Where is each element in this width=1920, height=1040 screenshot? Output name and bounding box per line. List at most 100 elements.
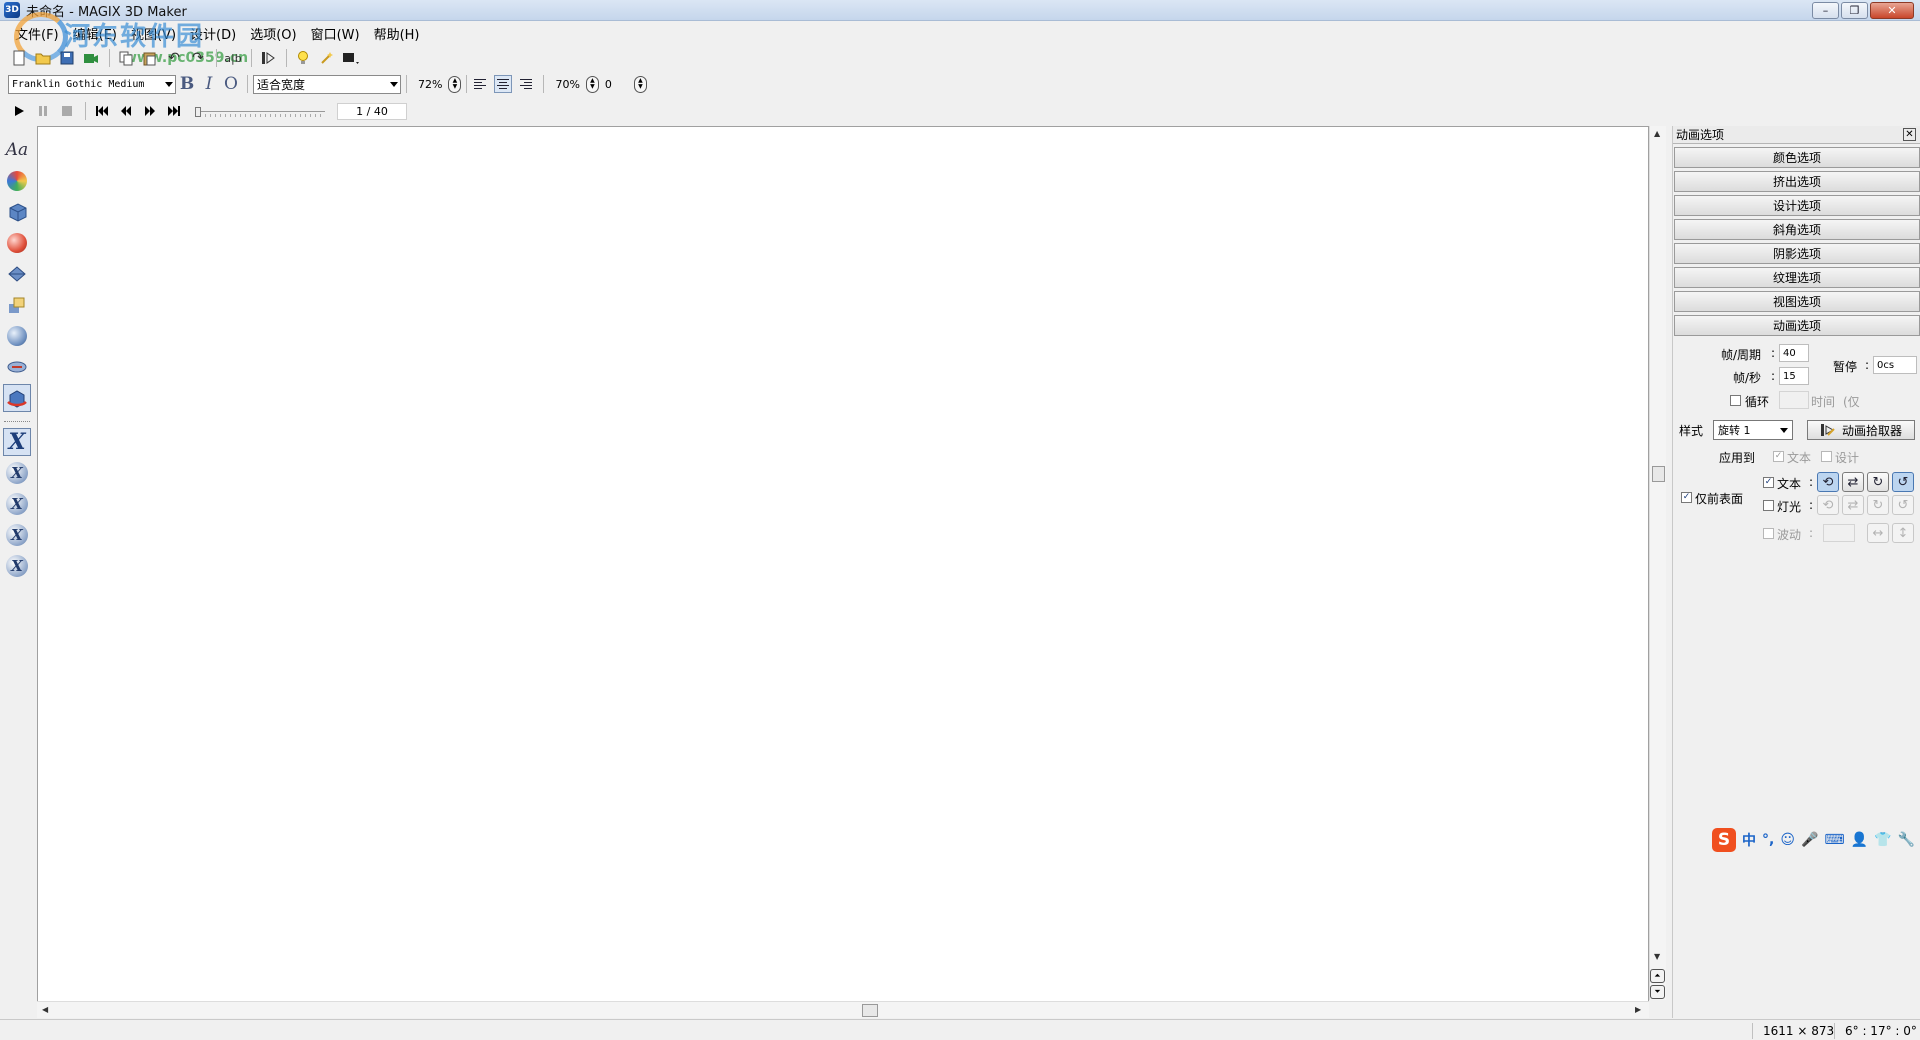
stop-icon[interactable] [56,100,78,122]
texture-button[interactable] [3,322,31,350]
section-design-options[interactable]: 设计选项 [1674,195,1920,216]
menu-options[interactable]: 选项(O) [243,24,303,43]
section-view-options[interactable]: 视图选项 [1674,291,1920,312]
light-rotate-clockwise-button[interactable]: ↻ [1867,495,1889,515]
bold-button[interactable]: B [176,74,198,94]
section-extrude-options[interactable]: 挤出选项 [1674,171,1920,192]
text-tool-button[interactable]: Aa [3,136,31,164]
panel-close-icon[interactable]: ✕ [1903,128,1916,141]
wave-vertical-button[interactable]: ↕ [1892,523,1914,543]
copy-icon[interactable] [115,47,137,69]
text-axis-checkbox[interactable]: ✓ [1763,477,1774,488]
play-mode-icon[interactable] [257,47,279,69]
horizontal-scrollbar[interactable]: ◀ ▶ [37,1001,1649,1018]
ime-settings-icon[interactable]: 🔧 [1897,832,1914,848]
offset-spinner[interactable]: ▲ ▼ [633,75,647,93]
axis-x-button[interactable]: X [3,428,31,456]
ime-user-icon[interactable]: 👤 [1851,832,1868,848]
rotate-clockwise-button[interactable]: ↻ [1867,472,1889,492]
section-animation-options[interactable]: 动画选项 [1674,315,1920,336]
scroll-up-icon[interactable]: ▲ [1654,129,1660,138]
rotate-horizontal-button[interactable]: ⟲ [1817,472,1839,492]
scroll-left-icon[interactable]: ◀ [42,1005,48,1014]
horizontal-scroll-thumb[interactable] [862,1004,878,1017]
material-button[interactable] [3,229,31,257]
extrude-button[interactable] [3,198,31,226]
light-rotate-horizontal-button[interactable]: ⟲ [1817,495,1839,515]
shadow-button[interactable] [3,291,31,319]
section-color-options[interactable]: 颜色选项 [1674,147,1920,168]
frame-slider[interactable] [195,103,325,119]
outline-button[interactable]: O [220,74,242,94]
axis-x-spin-button[interactable]: X [3,490,31,518]
render-canvas[interactable] [37,126,1649,1018]
vertical-scrollbar[interactable]: ▲ ▼ [1649,126,1666,1000]
animation-button[interactable] [3,384,31,412]
scroll-right-icon[interactable]: ▶ [1635,1005,1641,1014]
ime-emoji-icon[interactable]: ☺ [1780,832,1795,848]
play-icon[interactable] [8,100,30,122]
slider-thumb[interactable] [195,107,201,117]
axis-x-flip-button[interactable]: X [3,521,31,549]
menu-edit[interactable]: 编辑(E) [66,24,124,43]
wave-checkbox[interactable] [1763,528,1774,539]
menu-design[interactable]: 设计(D) [183,24,243,43]
wave-horizontal-button[interactable]: ↔ [1867,523,1889,543]
ime-punctuation-icon[interactable]: °, [1762,832,1774,848]
new-file-icon[interactable] [8,47,30,69]
time-input[interactable] [1779,391,1809,409]
scroll-page-up-button[interactable]: ⏶ [1650,969,1665,983]
ime-keyboard-icon[interactable]: ⌨ [1824,832,1844,848]
style-select[interactable]: 旋转 1 [1713,420,1793,440]
fps-input[interactable]: 15 [1779,367,1809,385]
view-button[interactable] [3,353,31,381]
axis-x-reset-button[interactable]: X [3,552,31,580]
last-frame-icon[interactable] [163,100,185,122]
frames-per-cycle-input[interactable]: 40 [1779,344,1809,362]
italic-button[interactable]: I [198,74,220,94]
ime-voice-icon[interactable]: 🎤 [1801,832,1818,848]
menu-window[interactable]: 窗口(W) [304,24,367,43]
close-button[interactable]: ✕ [1870,2,1914,19]
previous-frame-icon[interactable] [115,100,137,122]
axis-x-rotate-button[interactable]: X [3,459,31,487]
light-axis-checkbox[interactable] [1763,500,1774,511]
pause-input[interactable]: 0cs [1873,356,1917,374]
light-rotate-flip-button[interactable]: ↺ [1892,495,1914,515]
minimize-button[interactable]: – [1812,2,1839,19]
redo-icon[interactable]: ↷ [187,47,209,69]
save-icon[interactable] [56,47,78,69]
light-bulb-icon[interactable] [292,47,314,69]
section-shadow-options[interactable]: 阴影选项 [1674,243,1920,264]
light-rotate-vertical-button[interactable]: ⇄ [1842,495,1864,515]
wave-input[interactable] [1823,524,1855,542]
paste-icon[interactable] [139,47,161,69]
export-video-icon[interactable] [80,47,102,69]
animation-picker-button[interactable]: 动画拾取器 [1807,420,1915,440]
scroll-down-icon[interactable]: ▼ [1654,952,1660,961]
zoom-spinner[interactable]: ▲ ▼ [448,75,462,93]
align-right-icon[interactable] [516,75,534,93]
align-left-icon[interactable] [472,75,490,93]
spacing-spinner[interactable]: ▲ ▼ [585,75,599,93]
pause-icon[interactable] [32,100,54,122]
fit-mode-select[interactable]: 适合宽度 [253,74,401,94]
front-face-only-checkbox[interactable]: ✓ [1681,492,1692,503]
color-palette-button[interactable] [3,167,31,195]
spell-check-icon[interactable]: a|b [222,47,244,69]
restore-button[interactable]: ❐ [1841,2,1868,19]
rotate-vertical-button[interactable]: ⇄ [1842,472,1864,492]
apply-design-checkbox[interactable] [1821,451,1832,462]
next-frame-icon[interactable] [139,100,161,122]
undo-icon[interactable]: ↶ [163,47,185,69]
loop-checkbox[interactable] [1730,395,1741,406]
vertical-scroll-thumb[interactable] [1652,466,1665,482]
menu-view[interactable]: 视图(V) [124,24,183,43]
section-bevel-options[interactable]: 斜角选项 [1674,219,1920,240]
ime-logo-icon[interactable]: S [1712,828,1736,852]
display-mode-icon[interactable] [340,47,362,69]
menu-file[interactable]: 文件(F) [8,24,66,43]
wand-icon[interactable] [316,47,338,69]
apply-text-checkbox[interactable]: ✓ [1773,451,1784,462]
first-frame-icon[interactable] [91,100,113,122]
